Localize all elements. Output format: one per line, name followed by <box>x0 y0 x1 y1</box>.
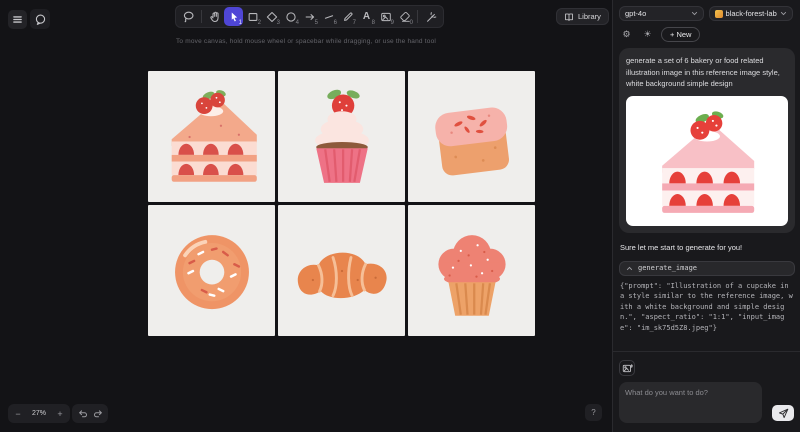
help-icon: ? <box>591 408 595 417</box>
hand-icon <box>208 10 221 23</box>
lasso-icon <box>182 10 195 23</box>
help-button[interactable]: ? <box>585 404 602 421</box>
reference-cake-illustration <box>648 102 766 220</box>
user-message-bubble: generate a set of 6 bakery or food relat… <box>619 48 795 233</box>
menu-button[interactable] <box>8 10 27 29</box>
laser-pointer-icon <box>425 11 437 23</box>
generated-image-grid <box>148 71 535 336</box>
tool-diamond[interactable]: 3 <box>262 7 281 26</box>
undo-button[interactable] <box>74 404 90 423</box>
canvas-image-cake-slice[interactable] <box>148 71 275 202</box>
tool-call-name: generate_image <box>638 264 697 272</box>
send-button[interactable] <box>772 405 794 421</box>
model-select-secondary[interactable]: black-forest-lab <box>709 6 794 21</box>
tool-arrow[interactable]: 5 <box>300 7 319 26</box>
book-icon <box>564 12 574 22</box>
model-secondary-value: black-forest-lab <box>726 9 778 18</box>
muffin-illustration <box>416 215 528 327</box>
black-forest-labs-logo <box>715 10 723 18</box>
sun-icon: ☀ <box>643 29 651 40</box>
chat-toggle-button[interactable] <box>30 9 50 29</box>
theme-toggle-button[interactable]: ☀ <box>640 27 655 42</box>
chat-sidebar: gpt-4o black-forest-lab ⚙ ☀ + New genera… <box>612 0 800 432</box>
tool-rectangle[interactable]: 2 <box>243 7 262 26</box>
redo-button[interactable] <box>90 404 106 423</box>
history-controls <box>72 404 108 423</box>
settings-button[interactable]: ⚙ <box>619 27 634 42</box>
chevron-up-icon <box>626 265 633 272</box>
gear-icon: ⚙ <box>622 29 630 40</box>
croissant-illustration <box>286 215 398 327</box>
tool-line[interactable]: 6 <box>319 7 338 26</box>
chevron-down-icon <box>780 10 787 17</box>
user-message-text: generate a set of 6 bakery or food relat… <box>626 55 788 90</box>
canvas-area[interactable]: 1 2 3 4 5 6 7 <box>0 0 612 432</box>
model-selector-row: gpt-4o black-forest-lab <box>613 0 800 21</box>
toolbar-divider <box>201 10 202 23</box>
undo-icon <box>77 408 88 419</box>
zoom-in-button[interactable]: + <box>52 404 68 423</box>
image-plus-icon <box>622 363 633 374</box>
send-plane-icon <box>778 408 789 419</box>
toolbar: 1 2 3 4 5 6 7 <box>175 5 444 28</box>
text-icon: A <box>363 12 370 22</box>
tool-ellipse[interactable]: 4 <box>281 7 300 26</box>
speech-bubble-icon <box>34 13 47 26</box>
loaf-cake-illustration <box>416 81 528 193</box>
reference-image[interactable] <box>626 96 788 226</box>
tool-hand[interactable] <box>205 7 224 26</box>
zoom-level: 27% <box>26 410 52 417</box>
new-chat-button[interactable]: + New <box>661 27 700 42</box>
hamburger-icon <box>12 14 23 25</box>
attach-image-button[interactable] <box>619 360 635 376</box>
tool-call-arguments: {"prompt": "Illustration of a cupcake in… <box>620 281 794 334</box>
redo-icon <box>93 408 104 419</box>
chevron-down-icon <box>691 10 698 17</box>
cupcake-illustration <box>286 81 398 193</box>
chat-history[interactable]: generate a set of 6 bakery or food relat… <box>613 44 800 351</box>
canvas-image-croissant[interactable] <box>278 205 405 336</box>
tool-draw[interactable]: 7 <box>338 7 357 26</box>
donut-illustration <box>156 215 268 327</box>
library-label: Library <box>578 12 601 21</box>
canvas-hint-text: To move canvas, hold mouse wheel or spac… <box>0 38 612 45</box>
tool-eraser[interactable]: 0 <box>395 7 414 26</box>
canvas-image-donut[interactable] <box>148 205 275 336</box>
tool-lasso[interactable] <box>179 7 198 26</box>
cake-slice-illustration <box>156 81 268 193</box>
model-primary-value: gpt-4o <box>625 9 688 18</box>
tool-text[interactable]: A 8 <box>357 7 376 26</box>
sidebar-actions-row: ⚙ ☀ + New <box>613 21 800 42</box>
toolbar-divider <box>417 10 418 23</box>
tool-call-header[interactable]: generate_image <box>619 261 795 276</box>
prompt-input[interactable] <box>619 382 762 423</box>
tool-select[interactable]: 1 <box>224 7 243 26</box>
canvas-image-cupcake[interactable] <box>278 71 405 202</box>
chat-input-area <box>613 351 800 432</box>
zoom-out-button[interactable]: − <box>10 404 26 423</box>
library-button[interactable]: Library <box>556 8 609 25</box>
app-window: 1 2 3 4 5 6 7 <box>0 0 800 432</box>
assistant-message-text: Sure let me start to generate for you! <box>620 243 794 252</box>
model-select-primary[interactable]: gpt-4o <box>619 6 704 21</box>
tool-image[interactable]: 9 <box>376 7 395 26</box>
tool-laser[interactable] <box>421 7 440 26</box>
canvas-image-loaf-cake[interactable] <box>408 71 535 202</box>
zoom-controls: − 27% + <box>8 404 70 423</box>
canvas-image-muffin[interactable] <box>408 205 535 336</box>
